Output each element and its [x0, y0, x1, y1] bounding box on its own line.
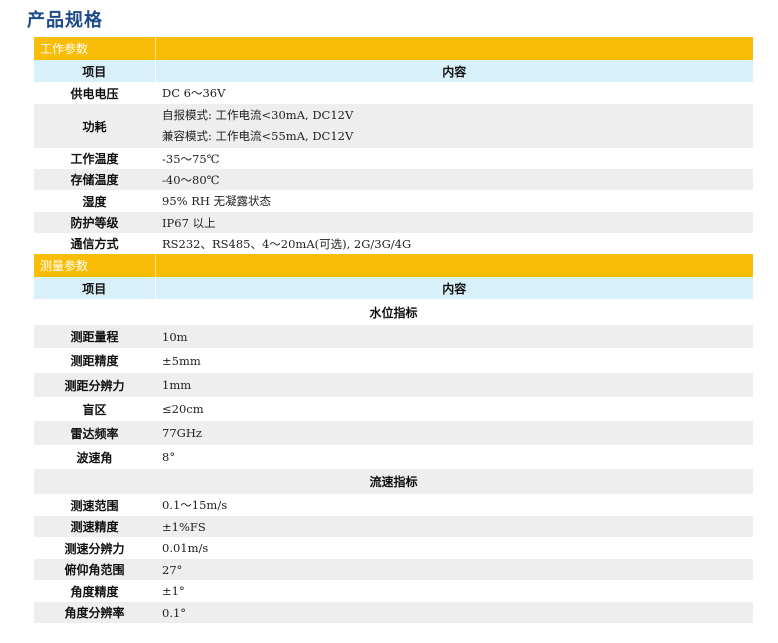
subsection-title: 水位指标 — [34, 299, 753, 325]
row-label: 供电电压 — [34, 82, 155, 104]
table-row: 角度精度 ±1° — [34, 580, 753, 602]
header-item: 项目 — [34, 277, 156, 299]
header-item: 项目 — [34, 60, 156, 82]
row-label: 雷达频率 — [34, 421, 155, 445]
table-row: 测速范围 0.1～15m/s — [34, 494, 753, 516]
section-title: 测量参数 — [34, 254, 156, 277]
row-value: 0.1° — [155, 602, 753, 623]
spec-table: 工作参数 项目 内容 供电电压 DC 6～36V 功耗 自报模式: 工作电流<3… — [34, 37, 753, 623]
row-value: -40～80℃ — [155, 169, 753, 190]
row-label: 测速范围 — [34, 494, 155, 516]
table-row: 测距量程 10m — [34, 325, 753, 348]
row-value: ±1° — [155, 580, 753, 602]
row-value: DC 6～36V — [155, 82, 753, 104]
row-label: 测距精度 — [34, 348, 155, 373]
subsection-title: 流速指标 — [34, 469, 753, 494]
table-row: 防护等级 IP67 以上 — [34, 212, 753, 233]
table-row: 湿度 95% RH 无凝露状态 — [34, 190, 753, 212]
header-content: 内容 — [155, 60, 753, 82]
row-value: 95% RH 无凝露状态 — [155, 190, 753, 212]
table-row: 测速精度 ±1%FS — [34, 516, 753, 537]
row-value: 自报模式: 工作电流<30mA, DC12V 兼容模式: 工作电流<55mA, … — [155, 104, 753, 148]
row-value: 1mm — [155, 373, 753, 397]
row-label: 存储温度 — [34, 169, 155, 190]
subsection-row: 水位指标 — [34, 299, 753, 325]
table-row: 工作温度 -35～75℃ — [34, 148, 753, 169]
row-value: ±5mm — [155, 348, 753, 373]
row-value: -35～75℃ — [155, 148, 753, 169]
row-label: 测距量程 — [34, 325, 155, 348]
row-value: RS232、RS485、4～20mA(可选), 2G/3G/4G — [155, 233, 753, 254]
subsection-row: 流速指标 — [34, 469, 753, 494]
table-row: 测距分辨力 1mm — [34, 373, 753, 397]
row-label: 湿度 — [34, 190, 155, 212]
row-value: 77GHz — [155, 421, 753, 445]
row-label: 盲区 — [34, 397, 155, 421]
table-header: 项目 内容 — [34, 60, 753, 82]
row-label: 工作温度 — [34, 148, 155, 169]
table-row: 雷达频率 77GHz — [34, 421, 753, 445]
table-row: 波速角 8° — [34, 445, 753, 469]
row-value: ≤20cm — [155, 397, 753, 421]
row-value: IP67 以上 — [155, 212, 753, 233]
section-measure: 测量参数 — [34, 254, 753, 277]
table-row: 角度分辨率 0.1° — [34, 602, 753, 623]
row-value: 0.01m/s — [155, 537, 753, 559]
row-label: 测距分辨力 — [34, 373, 155, 397]
section-working: 工作参数 — [34, 37, 753, 60]
page-title: 产品规格 — [27, 10, 103, 31]
row-label: 测速分辨力 — [34, 537, 155, 559]
table-row: 俯仰角范围 27° — [34, 559, 753, 580]
row-label: 波速角 — [34, 445, 155, 469]
table-row: 测速分辨力 0.01m/s — [34, 537, 753, 559]
row-value: 8° — [155, 445, 753, 469]
row-label: 俯仰角范围 — [34, 559, 155, 580]
table-row: 测距精度 ±5mm — [34, 348, 753, 373]
row-label: 通信方式 — [34, 233, 155, 254]
table-row: 盲区 ≤20cm — [34, 397, 753, 421]
table-row: 功耗 自报模式: 工作电流<30mA, DC12V 兼容模式: 工作电流<55m… — [34, 104, 753, 148]
row-value: 10m — [155, 325, 753, 348]
row-value-line: 自报模式: 工作电流<30mA, DC12V — [162, 108, 354, 122]
row-value: 27° — [155, 559, 753, 580]
row-label: 防护等级 — [34, 212, 155, 233]
table-row: 供电电压 DC 6～36V — [34, 82, 753, 104]
row-label: 角度精度 — [34, 580, 155, 602]
table-header: 项目 内容 — [34, 277, 753, 299]
row-label: 角度分辨率 — [34, 602, 155, 623]
row-value: ±1%FS — [155, 516, 753, 537]
row-value: 0.1～15m/s — [155, 494, 753, 516]
table-row: 通信方式 RS232、RS485、4～20mA(可选), 2G/3G/4G — [34, 233, 753, 254]
row-value-line: 兼容模式: 工作电流<55mA, DC12V — [162, 129, 354, 143]
section-title: 工作参数 — [34, 37, 156, 60]
row-label: 测速精度 — [34, 516, 155, 537]
row-label: 功耗 — [34, 104, 155, 148]
header-content: 内容 — [155, 277, 753, 299]
table-row: 存储温度 -40～80℃ — [34, 169, 753, 190]
